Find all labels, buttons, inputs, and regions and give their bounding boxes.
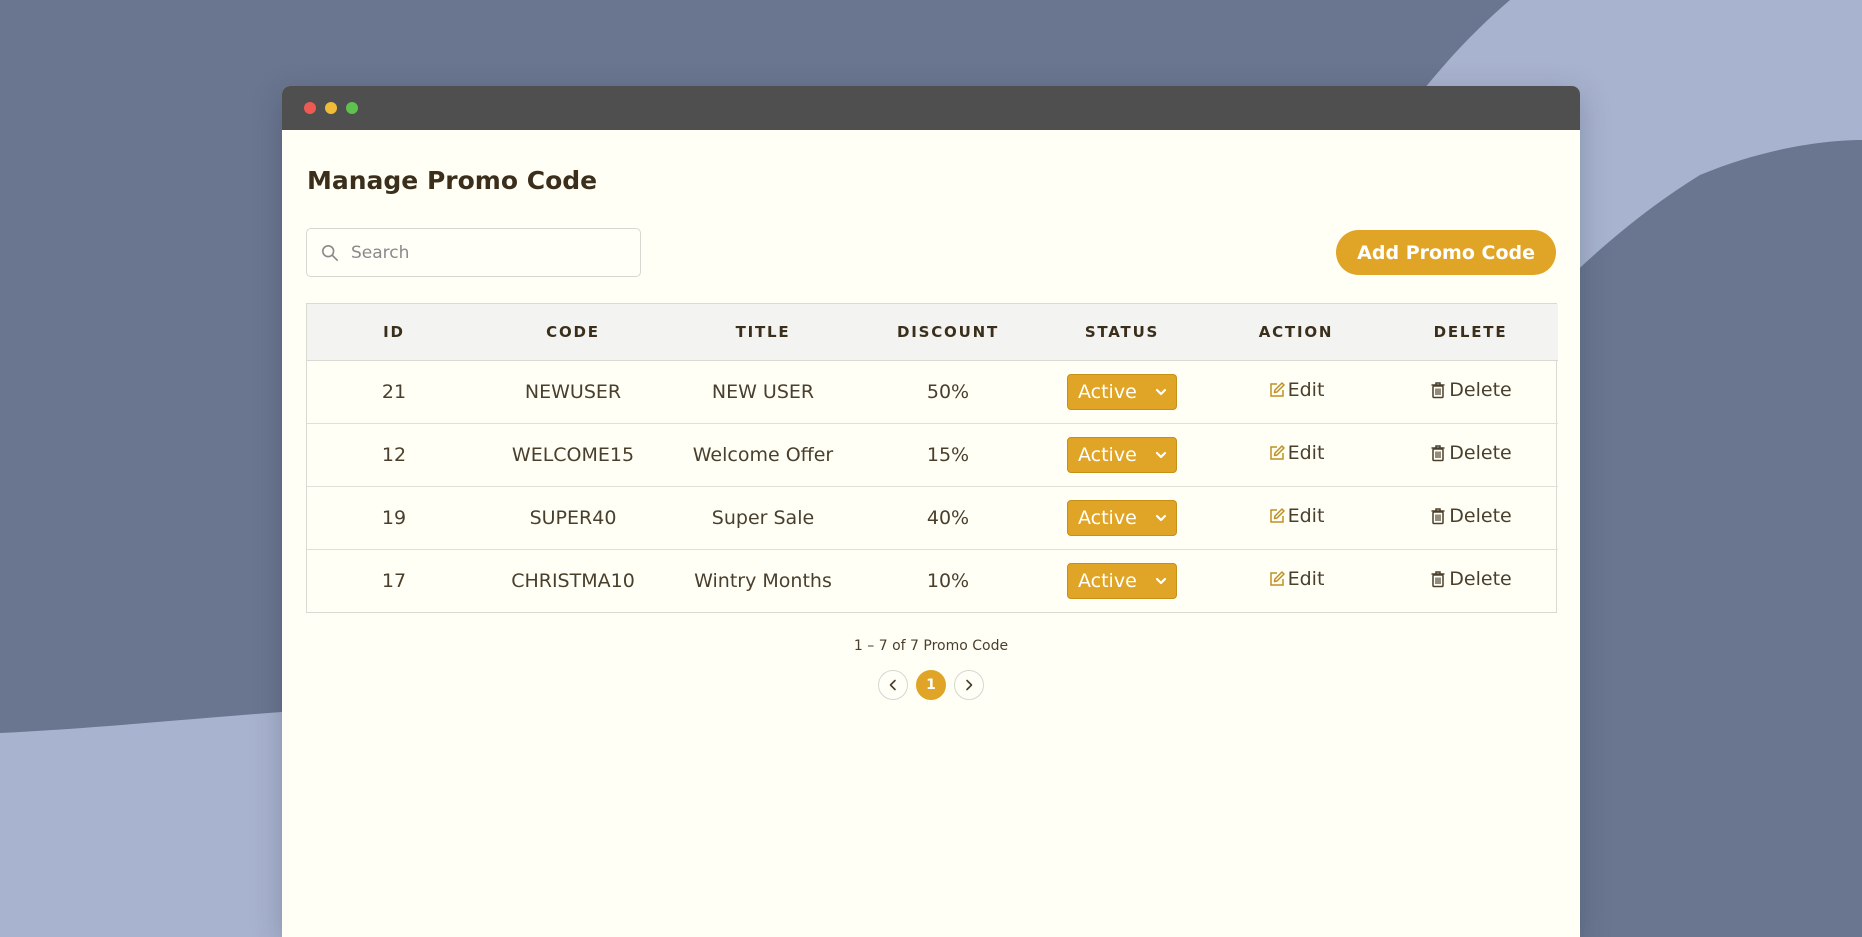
trash-icon (1431, 445, 1445, 462)
edit-label: Edit (1287, 568, 1325, 591)
search-input[interactable] (351, 242, 621, 263)
status-value: Active (1078, 380, 1137, 403)
table-header-row: ID CODE TITLE DISCOUNT STATUS ACTION DEL… (307, 304, 1558, 361)
table-row: 19 SUPER40 Super Sale 40% Active Edit De… (307, 486, 1558, 549)
promo-code-table: ID CODE TITLE DISCOUNT STATUS ACTION DEL… (306, 303, 1558, 613)
status-value: Active (1078, 569, 1137, 592)
status-dropdown[interactable]: Active (1067, 436, 1177, 473)
header-id: ID (307, 304, 481, 361)
previous-page-button[interactable] (878, 670, 908, 700)
delete-label: Delete (1449, 505, 1512, 527)
delete-label: Delete (1449, 379, 1512, 401)
delete-button[interactable]: Delete (1429, 379, 1512, 401)
cell-delete: Delete (1383, 486, 1558, 549)
edit-label: Edit (1287, 442, 1325, 464)
delete-label: Delete (1449, 568, 1512, 591)
header-action: ACTION (1209, 304, 1383, 361)
cell-discount: 40% (926, 506, 970, 529)
cell-action: Edit (1209, 423, 1383, 486)
cell-code: NEWUSER (524, 380, 622, 403)
status-dropdown[interactable]: Active (1067, 499, 1177, 536)
search-box[interactable] (306, 228, 641, 277)
cell-status: Active (1035, 486, 1209, 549)
edit-icon (1269, 382, 1285, 397)
chevron-down-icon (1155, 577, 1167, 584)
edit-button[interactable]: Edit (1268, 568, 1325, 591)
minimize-window-button[interactable] (325, 102, 337, 114)
delete-button[interactable]: Delete (1429, 505, 1512, 527)
cell-title: NEW USER (711, 380, 815, 403)
cell-title: Super Sale (711, 506, 815, 529)
close-window-button[interactable] (304, 102, 316, 114)
delete-button[interactable]: Delete (1429, 442, 1512, 464)
pagination: 1 (282, 670, 1580, 700)
cell-status: Active (1035, 360, 1209, 423)
cell-delete: Delete (1383, 549, 1558, 612)
status-value: Active (1078, 443, 1137, 466)
add-promo-code-button[interactable]: Add Promo Code (1336, 230, 1556, 275)
edit-label: Edit (1287, 505, 1325, 527)
pagination-summary: 1 – 7 of 7 Promo Code (853, 638, 1009, 654)
cell-status: Active (1035, 423, 1209, 486)
cell-delete: Delete (1383, 423, 1558, 486)
page-1-button[interactable]: 1 (916, 670, 946, 700)
cell-code: WELCOME15 (511, 443, 635, 466)
status-dropdown[interactable]: Active (1067, 562, 1177, 599)
chevron-down-icon (1155, 514, 1167, 521)
header-status: STATUS (1035, 304, 1209, 361)
header-code: CODE (481, 304, 665, 361)
cell-action: Edit (1209, 549, 1383, 612)
chevron-down-icon (1155, 451, 1167, 458)
delete-label: Delete (1449, 442, 1512, 464)
table-row: 12 WELCOME15 Welcome Offer 15% Active Ed (307, 423, 1558, 486)
edit-button[interactable]: Edit (1268, 442, 1325, 464)
cell-title: Wintry Months (694, 569, 832, 592)
status-dropdown[interactable]: Active (1067, 373, 1177, 410)
chevron-right-icon (966, 679, 973, 691)
cell-action: Edit (1209, 360, 1383, 423)
cell-title: Welcome Offer (692, 443, 834, 466)
cell-id: 17 (381, 569, 407, 592)
cell-id: 12 (381, 443, 407, 466)
edit-icon (1269, 571, 1285, 586)
trash-icon (1431, 571, 1445, 588)
maximize-window-button[interactable] (346, 102, 358, 114)
status-value: Active (1078, 506, 1137, 529)
chevron-down-icon (1155, 388, 1167, 395)
cell-id: 19 (381, 506, 407, 529)
delete-button[interactable]: Delete (1429, 568, 1512, 591)
edit-button[interactable]: Edit (1268, 379, 1325, 401)
window-titlebar (282, 86, 1580, 130)
cell-id: 21 (381, 380, 407, 403)
trash-icon (1431, 382, 1445, 399)
cell-action: Edit (1209, 486, 1383, 549)
search-icon (321, 244, 339, 261)
table-row: 17 CHRISTMA10 Wintry Months 10% Active E (307, 549, 1558, 612)
page-title: Manage Promo Code (307, 166, 598, 195)
header-discount: DISCOUNT (861, 304, 1035, 361)
header-title: TITLE (665, 304, 861, 361)
table-row: 21 NEWUSER NEW USER 50% Active Edit Dele… (307, 360, 1558, 423)
cell-discount: 15% (926, 443, 970, 466)
cell-status: Active (1035, 549, 1209, 612)
edit-label: Edit (1287, 379, 1325, 401)
trash-icon (1431, 508, 1445, 525)
cell-code: CHRISTMA10 (511, 569, 635, 592)
cell-delete: Delete (1383, 360, 1558, 423)
cell-code: SUPER40 (529, 506, 617, 529)
edit-icon (1269, 445, 1285, 460)
next-page-button[interactable] (954, 670, 984, 700)
cell-discount: 50% (926, 380, 970, 403)
browser-window: Manage Promo Code Add Promo Code ID CODE… (282, 86, 1580, 937)
chevron-left-icon (889, 679, 896, 691)
edit-icon (1269, 508, 1285, 523)
header-delete: DELETE (1383, 304, 1558, 361)
background-shape-bottom (0, 712, 282, 937)
edit-button[interactable]: Edit (1268, 505, 1325, 527)
cell-discount: 10% (926, 569, 970, 592)
